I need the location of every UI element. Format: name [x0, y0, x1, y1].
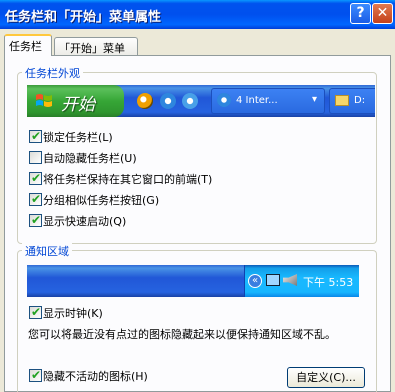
checkbox-box[interactable]: ✔	[29, 192, 42, 206]
windows-logo-icon	[36, 94, 52, 107]
chevron-down-icon: ▾	[312, 94, 318, 105]
taskbar-button-internet: 4 Inter... ▾	[211, 88, 325, 114]
close-icon: ✕	[376, 5, 389, 21]
check-icon: ✔	[31, 305, 42, 319]
taskbar-button-label: 4 Inter...	[236, 95, 278, 106]
help-icon: ?	[356, 5, 365, 21]
appearance-group-label: 任务栏外观	[22, 65, 83, 81]
checkbox-box[interactable]: ✔	[29, 305, 42, 319]
customize-button[interactable]: 自定义(C)...	[287, 367, 365, 388]
start-label: 开始	[61, 95, 95, 115]
checkbox-box[interactable]: ✔	[29, 213, 42, 227]
checkbox-label: 自动隐藏任务栏(U)	[43, 152, 137, 165]
checkbox-label: 锁定任务栏(L)	[43, 131, 113, 144]
checkbox-label: 显示时钟(K)	[43, 307, 103, 320]
notify-group-label: 通知区域	[22, 243, 72, 259]
internet-explorer-icon	[160, 93, 176, 109]
taskbar-button-folder: D:	[329, 88, 375, 114]
checkbox-box[interactable]: ✔	[29, 129, 42, 143]
media-player-icon	[137, 93, 153, 109]
checkbox-label: 将任务栏保持在其它窗口的前端(T)	[43, 173, 213, 186]
tray-preview: « 下午 5:53	[244, 265, 359, 297]
expand-tray-icon: «	[248, 274, 262, 288]
close-button[interactable]: ✕	[372, 3, 393, 24]
checkbox-box[interactable]	[29, 151, 42, 164]
title-bar[interactable]: 任务栏和「开始」菜单属性 ? ✕	[0, 0, 395, 29]
check-icon: ✔	[31, 213, 42, 227]
checkbox-label: 分组相似任务栏按钮(G)	[43, 194, 160, 207]
taskbar-button-label: D:	[354, 95, 366, 106]
window-title: 任务栏和「开始」菜单属性	[5, 10, 162, 25]
notify-area-preview: « 下午 5:53	[27, 265, 359, 297]
checkbox-label: 隐藏不活动的图标(H)	[43, 370, 148, 383]
notify-note: 您可以将最近没有点过的图标隐藏起来以便保持通知区域不乱。	[28, 328, 336, 341]
outlook-express-icon	[182, 93, 198, 109]
check-icon: ✔	[31, 192, 42, 206]
help-button[interactable]: ?	[350, 3, 371, 24]
network-icon	[266, 274, 280, 286]
checkbox-box[interactable]: ✔	[29, 171, 42, 185]
check-icon: ✔	[31, 171, 42, 185]
tab-start-menu[interactable]: 「开始」菜单	[54, 37, 138, 56]
checkbox-box[interactable]: ✔	[29, 368, 42, 382]
checkbox-label: 显示快速启动(Q)	[43, 215, 127, 228]
taskbar-preview: 开始 4 Inter... ▾ D:	[27, 85, 375, 117]
tab-taskbar[interactable]: 任务栏	[4, 34, 52, 56]
check-icon: ✔	[31, 368, 42, 382]
start-button-preview: 开始	[27, 85, 124, 117]
internet-explorer-icon	[217, 93, 231, 107]
speaker-icon	[283, 274, 297, 286]
folder-icon	[335, 95, 349, 106]
clock-label: 下午 5:53	[303, 276, 354, 289]
check-icon: ✔	[31, 129, 42, 143]
